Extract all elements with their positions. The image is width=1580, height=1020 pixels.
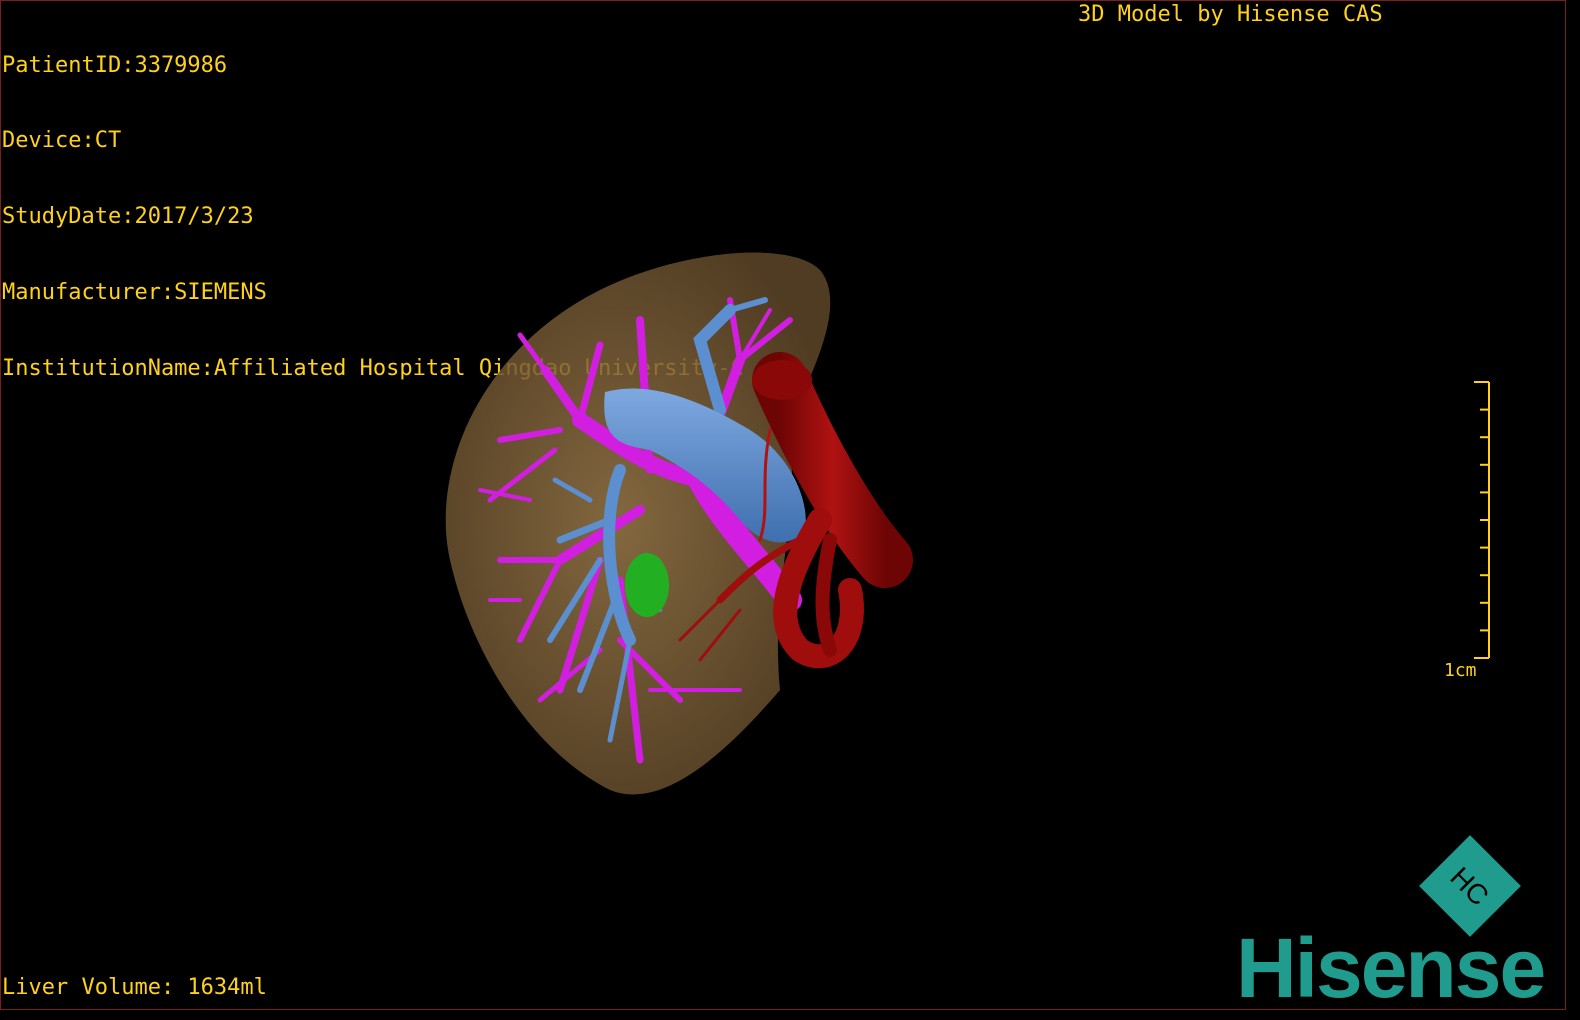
scale-bar — [1474, 381, 1490, 659]
gallbladder — [625, 553, 669, 617]
liver-volume-text: Liver Volume: 1634ml — [2, 975, 267, 1000]
3d-liver-render[interactable] — [0, 0, 1580, 1020]
scale-bar-label: 1cm — [1444, 660, 1477, 681]
hisense-wordmark: Hisense — [1236, 921, 1546, 1015]
